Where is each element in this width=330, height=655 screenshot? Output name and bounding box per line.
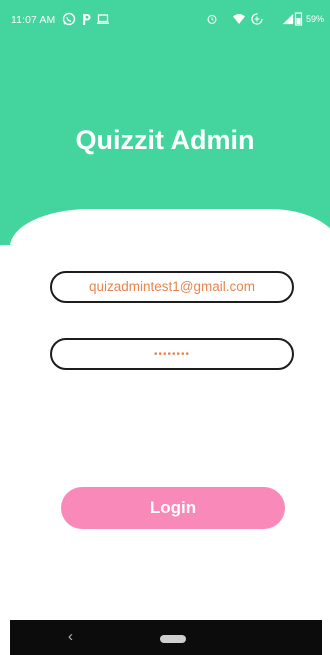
- email-field[interactable]: quizadmintest1@gmail.com: [50, 271, 294, 303]
- laptop-icon: [96, 12, 110, 26]
- alarm-icon: [206, 12, 218, 26]
- p-app-icon: [79, 12, 93, 26]
- password-field[interactable]: ••••••••: [50, 338, 294, 370]
- whatsapp-icon: [62, 12, 76, 26]
- battery-icon: [294, 12, 303, 26]
- login-button[interactable]: Login: [61, 487, 285, 529]
- battery-percent: 59%: [305, 14, 324, 24]
- wifi-icon: [232, 12, 246, 26]
- card-edge: [0, 245, 12, 645]
- system-nav-bar: ‹: [10, 620, 322, 655]
- status-bar: 11:07 AM 59%: [0, 0, 330, 40]
- login-screen: 11:07 AM 59% Quizzit Admin quizadmintest…: [0, 0, 330, 655]
- data-saver-icon: [250, 12, 264, 26]
- app-title: Quizzit Admin: [75, 125, 255, 155]
- status-time: 11:07 AM: [11, 14, 56, 26]
- signal-icon: [282, 12, 294, 26]
- home-pill-icon[interactable]: [160, 635, 186, 643]
- back-icon[interactable]: ‹: [68, 628, 73, 646]
